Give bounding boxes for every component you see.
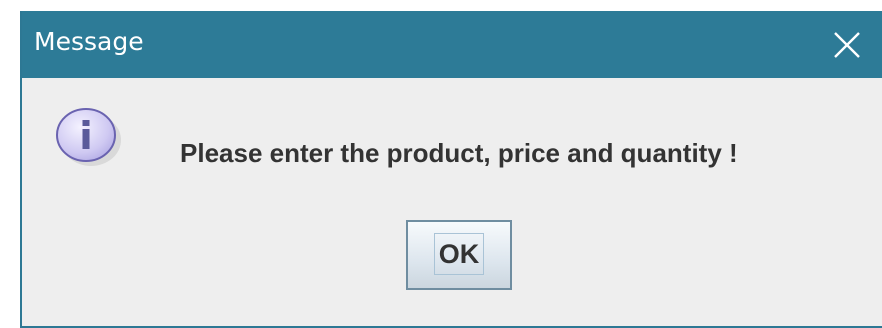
close-icon [834,32,860,58]
ok-button-label: OK [434,233,484,275]
message-text: Please enter the product, price and quan… [180,138,738,168]
message-dialog: Message Please enter the product, price … [20,11,882,328]
close-button[interactable] [812,11,882,78]
title-bar[interactable]: Message [22,11,882,78]
dialog-title: Message [34,27,144,56]
ok-button[interactable]: OK [406,220,512,290]
information-icon [52,104,124,166]
